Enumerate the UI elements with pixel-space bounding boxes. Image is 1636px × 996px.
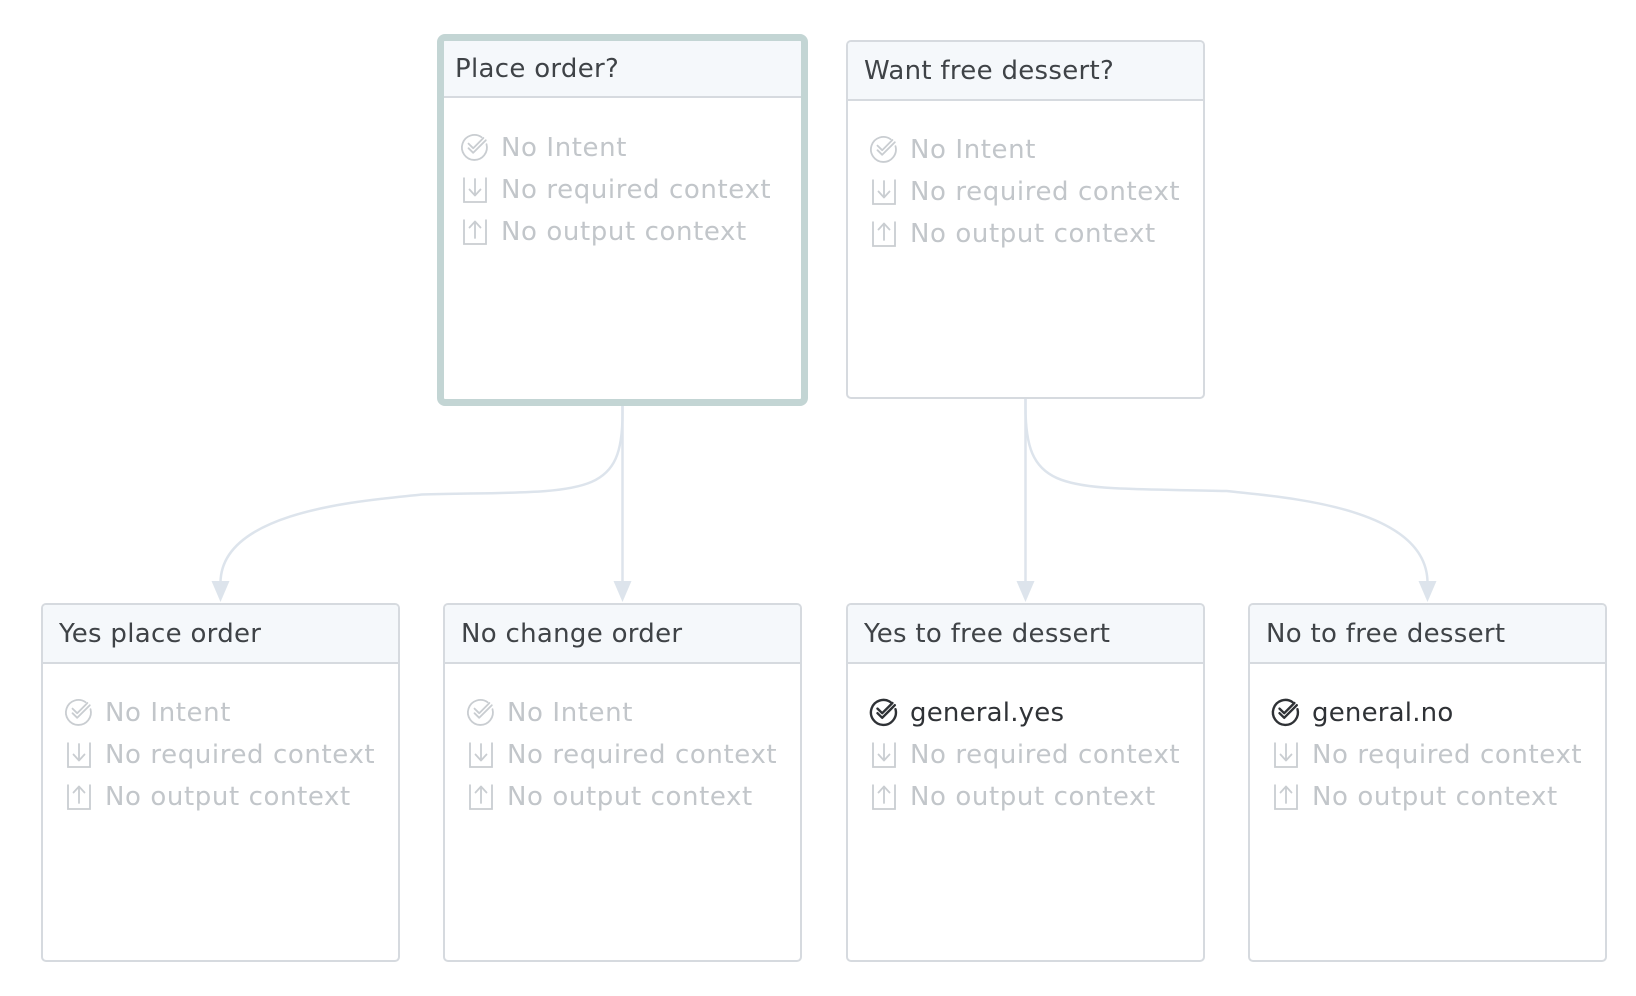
required-context-label: No required context <box>910 740 1181 770</box>
required-context-row: No required context <box>459 169 801 211</box>
node-title: Want free dessert? <box>848 42 1203 101</box>
node-place-order[interactable]: Place order? No Intent No required conte… <box>437 34 808 406</box>
check-circle-icon <box>65 699 92 726</box>
output-context-label: No output context <box>910 782 1156 812</box>
edge-arrowhead <box>211 581 230 602</box>
upload-tray-icon <box>872 784 896 810</box>
node-title: No to free dessert <box>1250 605 1605 664</box>
intent-row: No Intent <box>465 692 800 734</box>
node-no-change-order[interactable]: No change order No Intent No required co… <box>443 603 802 962</box>
required-context-row: No required context <box>465 734 800 776</box>
edge-arrowhead <box>613 581 632 602</box>
node-title: No change order <box>445 605 800 664</box>
output-context-row: No output context <box>465 776 800 818</box>
intent-row: No Intent <box>63 692 398 734</box>
output-context-label: No output context <box>1312 782 1558 812</box>
check-circle-icon <box>870 136 897 163</box>
output-context-label: No output context <box>507 782 753 812</box>
node-no-to-free-dessert[interactable]: No to free dessert general.no No require… <box>1248 603 1607 962</box>
check-circle-icon <box>467 699 494 726</box>
intent-row: No Intent <box>459 127 801 169</box>
output-context-row: No output context <box>868 213 1203 255</box>
output-context-label: No output context <box>501 217 747 247</box>
upload-tray-icon <box>1274 784 1298 810</box>
node-title: Yes place order <box>43 605 398 664</box>
output-context-row: No output context <box>63 776 398 818</box>
node-yes-to-free-dessert[interactable]: Yes to free dessert general.yes No requi… <box>846 603 1205 962</box>
edge-want-free-dessert-to-no-to-free-dessert <box>1024 397 1429 589</box>
intent-label: No Intent <box>105 698 232 728</box>
upload-tray-icon <box>67 784 91 810</box>
intent-label: No Intent <box>501 133 628 163</box>
node-want-free-dessert[interactable]: Want free dessert? No Intent No required… <box>846 40 1205 399</box>
required-context-row: No required context <box>1270 734 1605 776</box>
download-tray-icon <box>469 742 493 768</box>
download-tray-icon <box>463 177 487 203</box>
intent-label: No Intent <box>507 698 634 728</box>
node-title: Yes to free dessert <box>848 605 1203 664</box>
edge-place-order-to-yes-place-order <box>219 404 624 589</box>
required-context-label: No required context <box>1312 740 1583 770</box>
intent-row: general.yes <box>868 692 1203 734</box>
upload-tray-icon <box>872 221 896 247</box>
required-context-label: No required context <box>105 740 376 770</box>
edge-arrowhead <box>1016 581 1035 602</box>
required-context-label: No required context <box>507 740 778 770</box>
output-context-row: No output context <box>1270 776 1605 818</box>
check-circle-icon <box>1271 698 1300 727</box>
required-context-label: No required context <box>910 177 1181 207</box>
required-context-row: No required context <box>868 734 1203 776</box>
edge-arrowhead <box>1418 581 1437 602</box>
node-title: Place order? <box>444 41 801 98</box>
intent-label: general.yes <box>910 698 1065 728</box>
upload-tray-icon <box>463 219 487 245</box>
output-context-label: No output context <box>105 782 351 812</box>
intent-row: No Intent <box>868 129 1203 171</box>
download-tray-icon <box>1274 742 1298 768</box>
intent-label: No Intent <box>910 135 1037 165</box>
node-yes-place-order[interactable]: Yes place order No Intent No required co… <box>41 603 400 962</box>
required-context-label: No required context <box>501 175 772 205</box>
output-context-label: No output context <box>910 219 1156 249</box>
output-context-row: No output context <box>459 211 801 253</box>
download-tray-icon <box>872 742 896 768</box>
output-context-row: No output context <box>868 776 1203 818</box>
required-context-row: No required context <box>63 734 398 776</box>
intent-label: general.no <box>1312 698 1454 728</box>
upload-tray-icon <box>469 784 493 810</box>
flow-canvas: Place order? No Intent No required conte… <box>0 0 1636 996</box>
required-context-row: No required context <box>868 171 1203 213</box>
check-circle-icon <box>461 134 488 161</box>
download-tray-icon <box>67 742 91 768</box>
download-tray-icon <box>872 179 896 205</box>
check-circle-icon <box>869 698 898 727</box>
intent-row: general.no <box>1270 692 1605 734</box>
